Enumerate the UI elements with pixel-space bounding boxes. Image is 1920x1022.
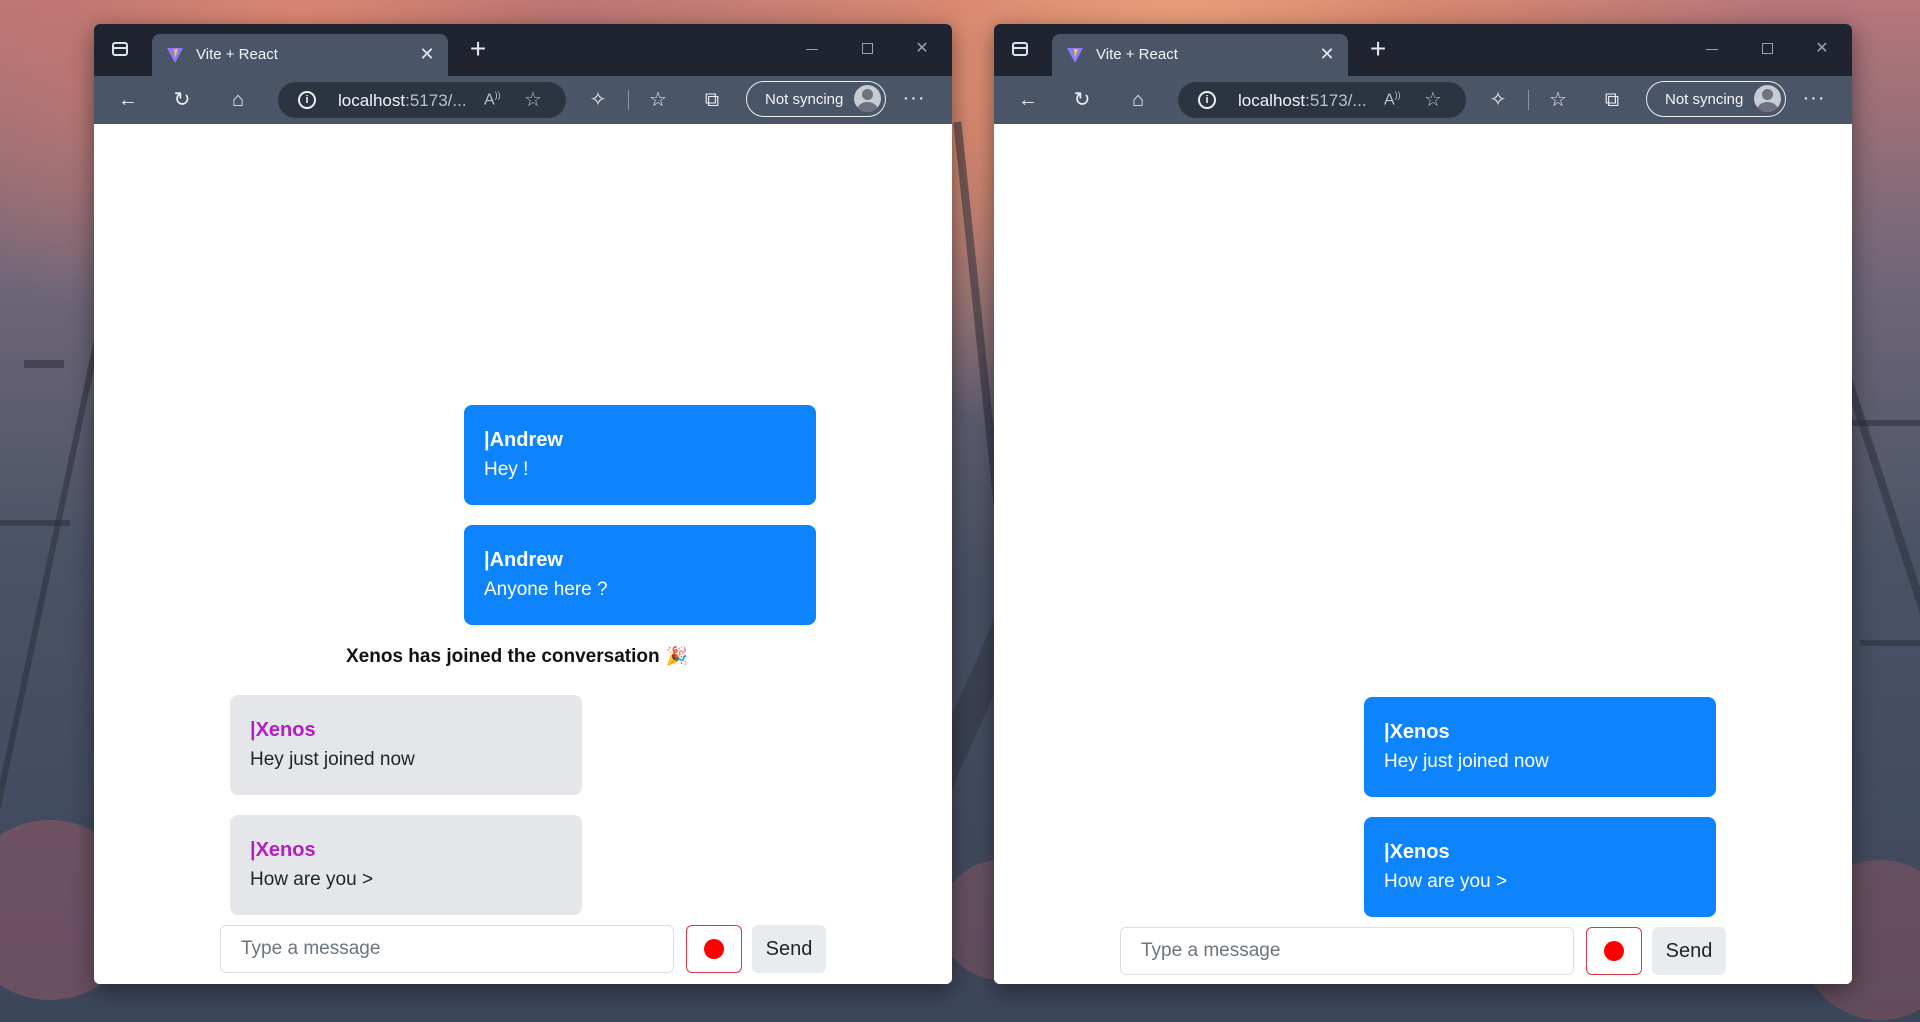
send-label: Send [765,938,813,960]
more-icon[interactable]: ··· [900,86,928,114]
message-bubble: |Andrew Hey ! [464,405,816,505]
avatar [1754,85,1781,112]
message-text: How are you > [250,869,374,890]
close-tab-icon[interactable]: ✕ [1316,43,1338,65]
browser-toolbar: ← ↻ ⌂ i localhost:5173/... A)) ☆ ✧ ☆ ⧉ N… [994,76,1852,124]
message-sender: |Andrew [484,549,563,571]
wallpaper-line [0,520,70,526]
minimize-icon[interactable] [792,34,832,64]
close-window-icon[interactable]: ✕ [902,34,942,64]
message-bubble: |Xenos How are you > [230,815,582,915]
read-aloud-icon[interactable]: A)) [1384,90,1401,109]
send-button[interactable]: Send [752,925,826,973]
record-dot-icon [704,939,724,959]
browser-window-left: Vite + React ✕ + ✕ ← ↻ ⌂ i localhost:517… [94,24,952,984]
new-tab-icon[interactable]: + [466,35,490,63]
desktop-wallpaper: Vite + React ✕ + ✕ ← ↻ ⌂ i localhost:517… [0,0,1920,1022]
message-bubble: |Xenos How are you > [1364,817,1716,917]
message-bubble: |Xenos Hey just joined now [230,695,582,795]
refresh-icon[interactable]: ↻ [1068,86,1096,114]
home-icon[interactable]: ⌂ [1124,86,1152,114]
record-dot-icon [1604,941,1624,961]
chat-page: |Xenos Hey just joined now |Xenos How ar… [994,124,1852,984]
message-text: How are you > [1384,871,1508,892]
avatar [854,85,881,112]
title-bar: Vite + React ✕ + ✕ [994,24,1852,76]
tab-actions-icon[interactable] [1012,42,1028,56]
back-arrow-icon[interactable]: ← [114,86,142,114]
message-bubble: |Andrew Anyone here ? [464,525,816,625]
address-bar[interactable]: i localhost:5173/... A)) ☆ [1178,82,1466,118]
message-sender: |Xenos [1384,841,1450,863]
extensions-icon[interactable]: ✧ [1484,86,1512,114]
message-input[interactable] [220,925,674,973]
favorites-icon[interactable]: ☆ [1544,86,1572,114]
add-favorite-icon[interactable]: ☆ [1424,87,1442,112]
url-text: localhost:5173/... [1238,91,1367,110]
party-popper-icon: 🎉 [665,646,688,666]
message-text: Hey just joined now [250,749,415,770]
tab-title: Vite + React [1096,46,1178,63]
record-button[interactable] [1586,927,1642,975]
info-icon[interactable]: i [1198,91,1216,109]
wallpaper-line [24,360,64,368]
message-sender: |Xenos [250,719,316,741]
tab-title: Vite + React [196,46,278,63]
record-button[interactable] [686,925,742,973]
close-tab-icon[interactable]: ✕ [416,43,438,65]
message-sender: |Andrew [484,429,563,451]
maximize-icon[interactable] [1748,34,1788,64]
back-arrow-icon[interactable]: ← [1014,86,1042,114]
new-tab-icon[interactable]: + [1366,35,1390,63]
browser-window-right: Vite + React ✕ + ✕ ← ↻ ⌂ i localhost:517… [994,24,1852,984]
message-text: Hey ! [484,459,529,480]
read-aloud-icon[interactable]: A)) [484,90,501,109]
system-message: Xenos has joined the conversation 🎉 [346,646,688,667]
url-text: localhost:5173/... [338,91,467,110]
toolbar-separator [1528,90,1529,110]
message-input[interactable] [1120,927,1574,975]
send-label: Send [1665,940,1713,962]
profile-sync-button[interactable]: Not syncing [1646,81,1786,117]
message-sender: |Xenos [250,839,316,861]
vite-logo-icon [1067,48,1083,63]
tab-actions-icon[interactable] [112,42,128,56]
sync-label: Not syncing [765,91,844,108]
wallpaper-line [1860,640,1920,646]
chat-page: |Andrew Hey ! |Andrew Anyone here ? Xeno… [94,124,952,984]
title-bar: Vite + React ✕ + ✕ [94,24,952,76]
extensions-icon[interactable]: ✧ [584,86,612,114]
sync-label: Not syncing [1665,91,1744,108]
tab-vite-react[interactable]: Vite + React ✕ [152,34,448,76]
collections-icon[interactable]: ⧉ [698,86,726,114]
message-text: Anyone here ? [484,579,608,600]
favorites-icon[interactable]: ☆ [644,86,672,114]
message-bubble: |Xenos Hey just joined now [1364,697,1716,797]
message-sender: |Xenos [1384,721,1450,743]
add-favorite-icon[interactable]: ☆ [524,87,542,112]
collections-icon[interactable]: ⧉ [1598,86,1626,114]
address-bar[interactable]: i localhost:5173/... A)) ☆ [278,82,566,118]
maximize-icon[interactable] [848,34,888,64]
more-icon[interactable]: ··· [1800,86,1828,114]
tab-vite-react[interactable]: Vite + React ✕ [1052,34,1348,76]
browser-toolbar: ← ↻ ⌂ i localhost:5173/... A)) ☆ ✧ ☆ ⧉ N… [94,76,952,124]
wallpaper-line [1850,420,1920,426]
refresh-icon[interactable]: ↻ [168,86,196,114]
vite-logo-icon [167,48,183,63]
minimize-icon[interactable] [1692,34,1732,64]
message-text: Hey just joined now [1384,751,1549,772]
send-button[interactable]: Send [1652,927,1726,975]
info-icon[interactable]: i [298,91,316,109]
profile-sync-button[interactable]: Not syncing [746,81,886,117]
home-icon[interactable]: ⌂ [224,86,252,114]
toolbar-separator [628,90,629,110]
close-window-icon[interactable]: ✕ [1802,34,1842,64]
